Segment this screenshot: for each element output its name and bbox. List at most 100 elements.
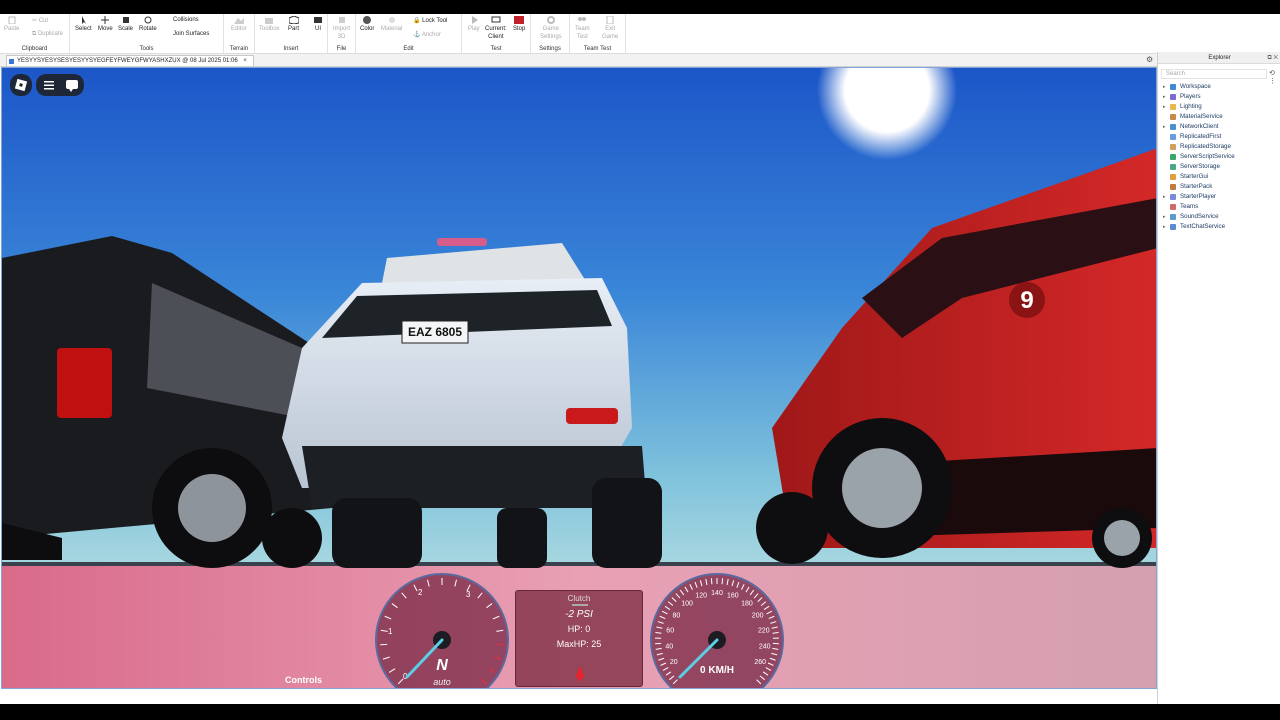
viewport-settings-icon[interactable]: ⚙ [1146, 55, 1153, 64]
team-test-group-label: Team Test [583, 46, 612, 52]
workspace-icon [1170, 84, 1176, 90]
material-icon [387, 16, 397, 24]
part-button[interactable]: Part [288, 15, 299, 33]
explorer-header: Explorer ⧉ ✕ [1158, 52, 1280, 64]
explorer-item-label: Teams [1180, 203, 1199, 210]
explorer-item-starterpack[interactable]: StarterPack [1158, 182, 1280, 192]
import-3d-button[interactable]: Import 3D [333, 16, 350, 41]
explorer-item-replicatedfirst[interactable]: ReplicatedFirst [1158, 132, 1280, 142]
scale-button[interactable]: Scale [118, 16, 133, 33]
expand-arrow-icon[interactable]: ▸ [1163, 92, 1166, 102]
explorer-item-startergui[interactable]: StarterGui [1158, 172, 1280, 182]
rotate-icon [143, 16, 153, 24]
speedometer: 20 40 60 80100120 140 160180 200 220 240 260 0 KM… [650, 573, 784, 688]
ui-icon [313, 16, 323, 24]
paste-button[interactable]: Paste [4, 16, 19, 33]
expand-arrow-icon[interactable]: ▸ [1163, 82, 1166, 92]
expand-arrow-icon[interactable]: ▸ [1163, 102, 1166, 112]
color-button[interactable]: Color [360, 16, 374, 33]
explorer-item-soundservice[interactable]: ▸ SoundService [1158, 212, 1280, 222]
explorer-item-teams[interactable]: Teams [1158, 202, 1280, 212]
duplicate-button[interactable]: ⧉ Duplicate [32, 31, 63, 38]
explorer-item-workspace[interactable]: ▸ Workspace [1158, 82, 1280, 92]
speed-tick-label: 100 [681, 600, 693, 607]
terrain-editor-button[interactable]: Editor [231, 16, 247, 33]
roblox-logo-icon [14, 78, 28, 92]
play-icon [469, 16, 479, 24]
speed-tick-label: 60 [666, 627, 674, 634]
speed-tick-label: 140 [711, 590, 723, 597]
car-number: 9 [1020, 287, 1033, 314]
clipboard-group-label: Clipboard [21, 46, 48, 52]
explorer-item-materialservice[interactable]: MaterialService [1158, 112, 1280, 122]
expand-arrow-icon[interactable]: ▸ [1163, 222, 1166, 232]
test-group-label: Test [490, 46, 502, 52]
stop-icon [514, 16, 525, 24]
text-chat-service-icon [1170, 224, 1176, 230]
expand-arrow-icon[interactable]: ▸ [1163, 192, 1166, 202]
game-viewport[interactable]: EAZ 6805 9 2 3 1 0 N auto Clutch -2 PSI … [1, 67, 1157, 689]
explorer-item-replicatedstorage[interactable]: ReplicatedStorage [1158, 142, 1280, 152]
speed-tick-label: 20 [670, 659, 678, 666]
max-hp-readout: MaxHP: 25 [556, 639, 602, 649]
hamburger-icon [44, 81, 54, 90]
material-service-icon [1170, 114, 1176, 120]
color-icon [362, 16, 372, 24]
roblox-menu-button[interactable] [10, 74, 32, 96]
exit-game-button[interactable]: Exit Game [602, 15, 618, 41]
select-button[interactable]: Select [75, 16, 92, 33]
explorer-item-label: TextChatService [1180, 223, 1226, 230]
explorer-search-input[interactable]: Search [1161, 69, 1267, 79]
anchor-button[interactable]: ⚓ Anchor [413, 31, 441, 38]
play-button[interactable]: Play [468, 16, 480, 33]
ui-button[interactable]: UI [313, 16, 323, 33]
game-settings-button[interactable]: Game Settings [540, 16, 562, 41]
controls-button[interactable]: Controls [285, 675, 322, 685]
explorer-item-lighting[interactable]: ▸ Lighting [1158, 102, 1280, 112]
expand-arrow-icon[interactable]: ▸ [1163, 212, 1166, 222]
gauge-tick [380, 643, 388, 646]
team-test-button[interactable]: Team Test [575, 16, 590, 41]
material-button[interactable]: Material [381, 16, 402, 33]
cut-button[interactable]: ✂ Cut [32, 17, 48, 24]
stop-button[interactable]: Stop [513, 16, 525, 33]
gear-icon [546, 16, 556, 24]
terrain-icon [233, 16, 244, 24]
insert-group: Toolbox Part UI Insert [255, 14, 328, 54]
expand-arrow-icon[interactable]: ▸ [1163, 122, 1166, 132]
transmission-mode: auto [433, 677, 451, 687]
ribbon-toolbar: Paste ✂ Cut ⧉ Duplicate Clipboard Select… [0, 14, 1280, 54]
close-icon[interactable]: ✕ [1273, 55, 1278, 61]
toolbox-button[interactable]: Toolbox [259, 16, 280, 33]
explorer-item-starterplayer[interactable]: ▸ StarterPlayer [1158, 192, 1280, 202]
rotate-button[interactable]: Rotate [139, 16, 157, 33]
part-icon [288, 15, 299, 25]
gauge-tick [710, 578, 713, 585]
explorer-item-label: ServerStorage [1180, 163, 1220, 170]
explorer-item-networkclient[interactable]: ▸ NetworkClient [1158, 122, 1280, 132]
bottom-letterbox [0, 704, 1280, 720]
explorer-item-serverscriptservice[interactable]: ServerScriptService [1158, 152, 1280, 162]
insert-group-label: Insert [283, 46, 299, 52]
document-tab[interactable]: YESYYSYESYSESYESYYSYEGFEYFWEYGFWYASHXZUX… [6, 55, 254, 66]
undock-icon[interactable]: ⧉ [1267, 55, 1271, 61]
server-storage-icon [1170, 164, 1176, 170]
move-button[interactable]: Move [98, 16, 113, 33]
current-client-button[interactable]: Current: Client [485, 16, 507, 41]
lock-tool-button[interactable]: 🔒 Lock Tool [413, 17, 447, 24]
explorer-item-label: StarterGui [1180, 173, 1209, 180]
hamburger-chat-button[interactable] [36, 74, 84, 96]
lighting-icon [1170, 104, 1176, 110]
boost-readout: -2 PSI [565, 609, 593, 620]
close-tab-icon[interactable]: × [243, 58, 247, 64]
speed-readout: 0 KM/H [700, 665, 734, 676]
server-script-service-icon [1170, 154, 1176, 160]
explorer-item-players[interactable]: ▸ Players [1158, 92, 1280, 102]
explorer-item-serverstorage[interactable]: ServerStorage [1158, 162, 1280, 172]
place-icon [9, 59, 14, 64]
collisions-toggle[interactable]: Collisions [173, 17, 199, 23]
join-surfaces-toggle[interactable]: Join Surfaces [173, 31, 209, 37]
explorer-item-label: Workspace [1180, 83, 1211, 90]
speed-tick-label: 180 [741, 600, 753, 607]
explorer-item-textchatservice[interactable]: ▸ TextChatService [1158, 222, 1280, 232]
